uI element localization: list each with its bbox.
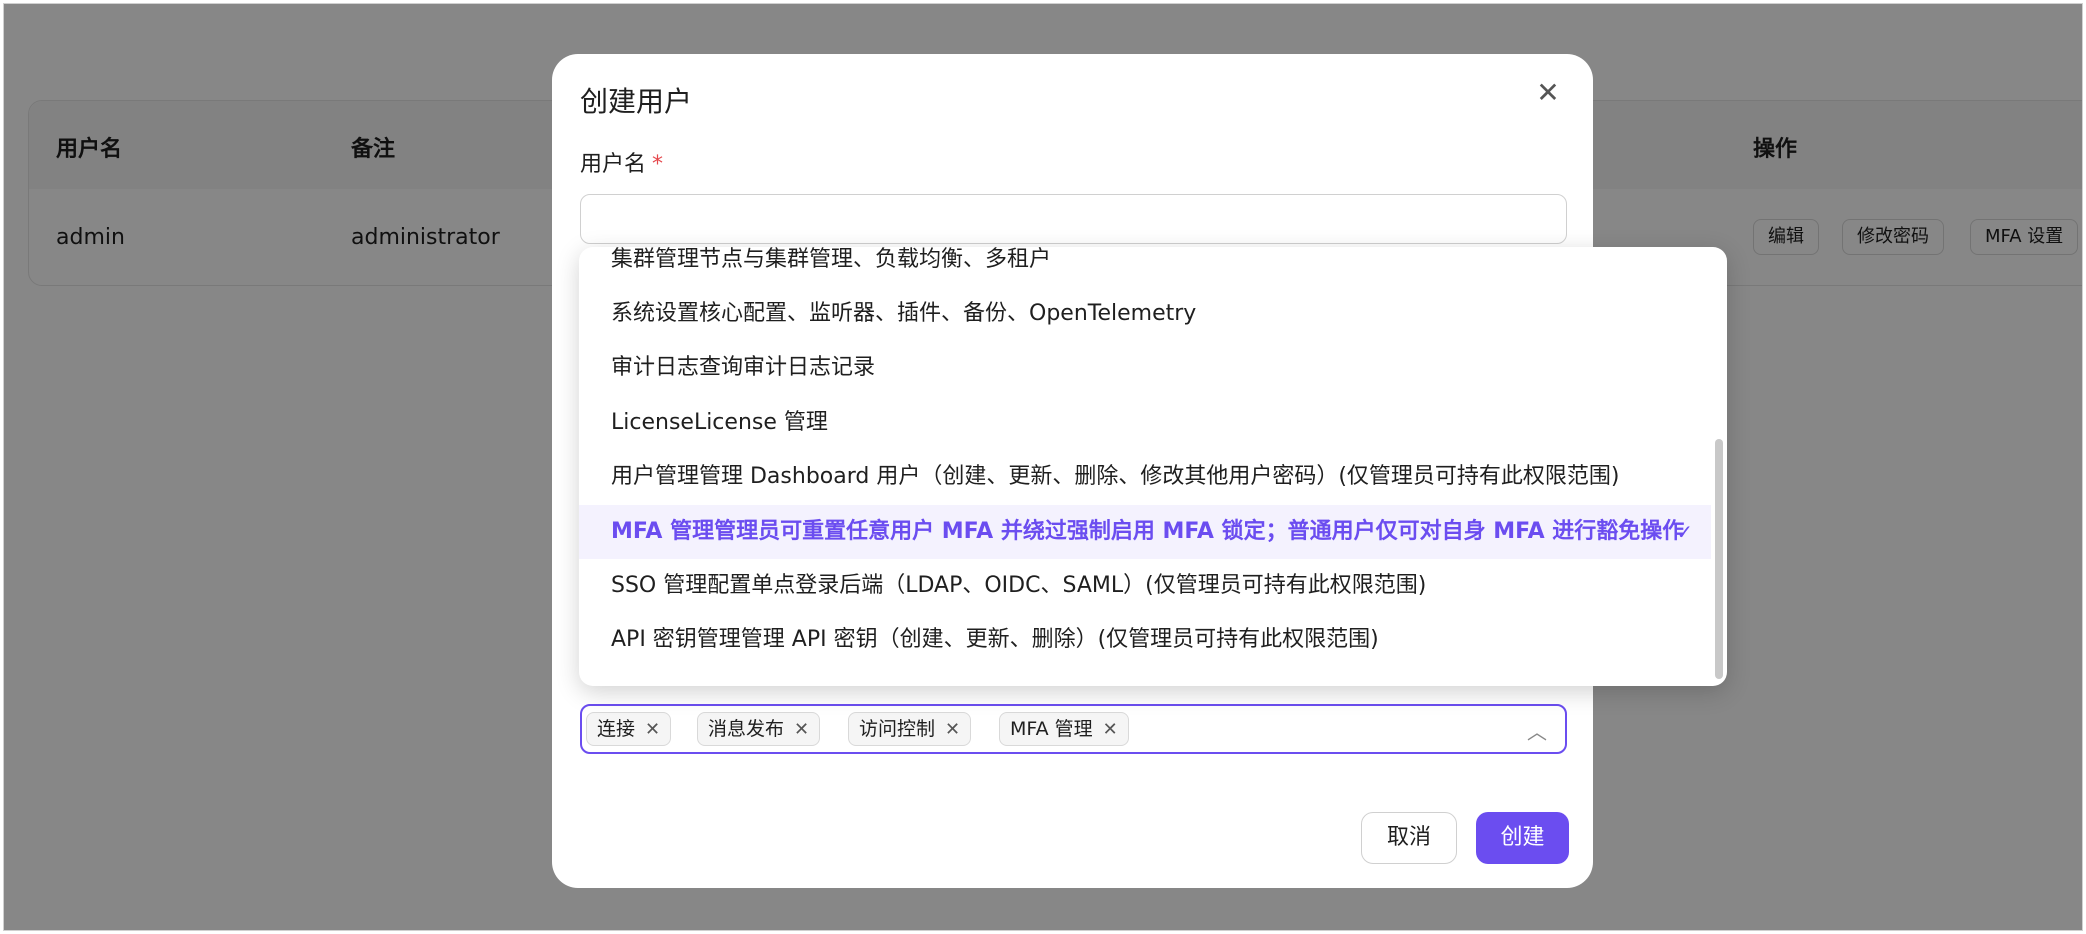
tag-remove-icon[interactable]: ✕ — [1103, 719, 1118, 740]
required-mark: * — [652, 152, 664, 177]
tag-label: 连接 — [597, 718, 636, 740]
option-label: 系统设置核心配置、监听器、插件、备份、OpenTelemetry — [611, 301, 1197, 326]
tag-remove-icon[interactable]: ✕ — [794, 719, 809, 740]
dropdown-option[interactable]: 系统设置核心配置、监听器、插件、备份、OpenTelemetry — [579, 287, 1711, 341]
tag-remove-icon[interactable]: ✕ — [645, 719, 660, 740]
permission-dropdown: 集群管理节点与集群管理、负载均衡、多租户 系统设置核心配置、监听器、插件、备份、… — [579, 247, 1727, 686]
dropdown-option[interactable]: 审计日志查询审计日志记录 — [579, 341, 1711, 395]
selected-tag: 访问控制 ✕ — [848, 712, 972, 746]
username-input[interactable] — [580, 194, 1567, 244]
cancel-button[interactable]: 取消 — [1361, 812, 1457, 864]
username-label-text: 用户名 — [580, 152, 647, 177]
close-icon[interactable]: ✕ — [1533, 78, 1563, 108]
app-frame: 用户名 备注 操作 admin administrator 编辑 修改密码 MF… — [3, 3, 2083, 931]
tag-label: 访问控制 — [859, 718, 936, 740]
option-label: 用户管理管理 Dashboard 用户（创建、更新、删除、修改其他用户密码）(仅… — [611, 464, 1620, 489]
dropdown-option[interactable]: LicenseLicense 管理 — [579, 396, 1711, 450]
option-label: SSO 管理配置单点登录后端（LDAP、OIDC、SAML）(仅管理员可持有此权… — [611, 573, 1427, 598]
selected-tag: 连接 ✕ — [586, 712, 672, 746]
selected-tag: 消息发布 ✕ — [697, 712, 821, 746]
dropdown-option[interactable]: API 密钥管理管理 API 密钥（创建、更新、删除）(仅管理员可持有此权限范围… — [579, 613, 1711, 667]
option-label: MFA 管理管理员可重置任意用户 MFA 并绕过强制启用 MFA 锁定；普通用户… — [611, 519, 1685, 544]
option-label: 审计日志查询审计日志记录 — [611, 355, 876, 380]
option-label: 集群管理节点与集群管理、负载均衡、多租户 — [611, 247, 1052, 272]
selected-tag: MFA 管理 ✕ — [999, 712, 1129, 746]
tag-label: 消息发布 — [708, 718, 785, 740]
dropdown-option-selected[interactable]: MFA 管理管理员可重置任意用户 MFA 并绕过强制启用 MFA 锁定；普通用户… — [579, 505, 1711, 559]
option-label: LicenseLicense 管理 — [611, 410, 828, 435]
permission-scope-select[interactable]: 连接 ✕ 消息发布 ✕ 访问控制 ✕ MFA 管理 ✕ ︿ — [580, 704, 1567, 754]
dropdown-scrollbar[interactable] — [1715, 439, 1723, 679]
modal-title: 创建用户 — [580, 85, 693, 118]
option-label: API 密钥管理管理 API 密钥（创建、更新、删除）(仅管理员可持有此权限范围… — [611, 627, 1379, 652]
tag-label: MFA 管理 — [1010, 718, 1093, 740]
dropdown-option[interactable]: SSO 管理配置单点登录后端（LDAP、OIDC、SAML）(仅管理员可持有此权… — [579, 559, 1711, 613]
chevron-up-icon[interactable]: ︿ — [1527, 716, 1547, 745]
check-icon: ✓ — [1676, 520, 1693, 544]
dropdown-option[interactable]: 用户管理管理 Dashboard 用户（创建、更新、删除、修改其他用户密码）(仅… — [579, 450, 1711, 504]
dropdown-option[interactable]: 集群管理节点与集群管理、负载均衡、多租户 — [579, 247, 1711, 287]
create-button[interactable]: 创建 — [1476, 812, 1569, 864]
tag-remove-icon[interactable]: ✕ — [945, 719, 960, 740]
username-label: 用户名 * — [580, 146, 663, 178]
